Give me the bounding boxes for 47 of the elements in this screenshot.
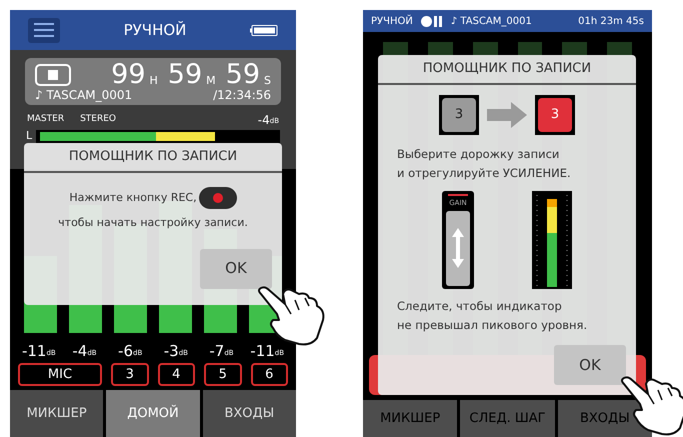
level-reading: -11 — [22, 344, 46, 358]
battery-icon — [250, 24, 278, 36]
screen-title: РУЧНОЙ — [124, 20, 186, 41]
seconds-value: 59 — [226, 61, 260, 88]
tab[interactable]: МИКШЕР — [10, 390, 104, 437]
menu-button[interactable] — [28, 18, 60, 42]
minutes-value: 59 — [168, 61, 202, 88]
dialog-text: не превышал пикового уровня. — [397, 317, 588, 334]
level-reading: -3 — [164, 344, 179, 358]
total-time: /12:34:56 — [213, 88, 271, 102]
tab[interactable]: ДОМОЙ — [106, 390, 200, 437]
input-label[interactable]: MIC — [18, 362, 102, 386]
ok-button[interactable]: OK — [200, 248, 272, 288]
dialog-text: и отрегулируйте УСИЛЕНИЕ. — [397, 165, 572, 182]
hours-value: 99 — [111, 61, 146, 88]
mode-label: РУЧНОЙ — [371, 14, 413, 28]
master-reading: -4 — [258, 114, 270, 126]
input-label[interactable]: 4 — [158, 362, 195, 386]
file-name: ♪ TASCAM_0001 — [35, 88, 132, 102]
ok-button[interactable]: OK — [554, 345, 626, 385]
up-down-arrow-icon — [452, 228, 464, 268]
level-reading: -6 — [118, 344, 134, 358]
level-reading: -11 — [250, 344, 275, 358]
dialog-text: Нажмите кнопку REC, — [69, 190, 197, 206]
level-reading: -4 — [72, 344, 88, 358]
hours-unit: H — [150, 75, 158, 86]
dialog-text: Выберите дорожку записи — [397, 146, 560, 163]
file-name: ♪ TASCAM_0001 — [450, 14, 532, 28]
seconds-unit: S — [264, 75, 271, 86]
dialog-text: Следите, чтобы индикатор — [397, 298, 563, 315]
dialog-title: ПОМОЩНИК ПО ЗАПИСИ — [422, 60, 592, 78]
record-pause-icon — [420, 16, 443, 26]
master-label: MASTER — [27, 112, 64, 126]
channel-label: L — [26, 128, 32, 144]
input-label[interactable]: 6 — [250, 362, 288, 386]
elapsed-time: 01h 23m 45s — [578, 14, 644, 28]
dialog-title: ПОМОЩНИК ПО ЗАПИСИ — [68, 148, 238, 166]
record-button-icon — [198, 187, 237, 209]
input-label[interactable]: 3 — [111, 362, 148, 386]
right-arrow-icon — [487, 102, 527, 128]
tab[interactable]: ВХОДЫ — [202, 390, 296, 437]
dialog-text: чтобы начать настройку записи. — [58, 215, 248, 231]
level-reading: -7 — [209, 344, 224, 358]
stop-icon — [35, 64, 71, 86]
input-label[interactable]: 5 — [204, 362, 242, 386]
stereo-label: STEREO — [80, 112, 116, 126]
minutes-unit: M — [206, 75, 216, 86]
